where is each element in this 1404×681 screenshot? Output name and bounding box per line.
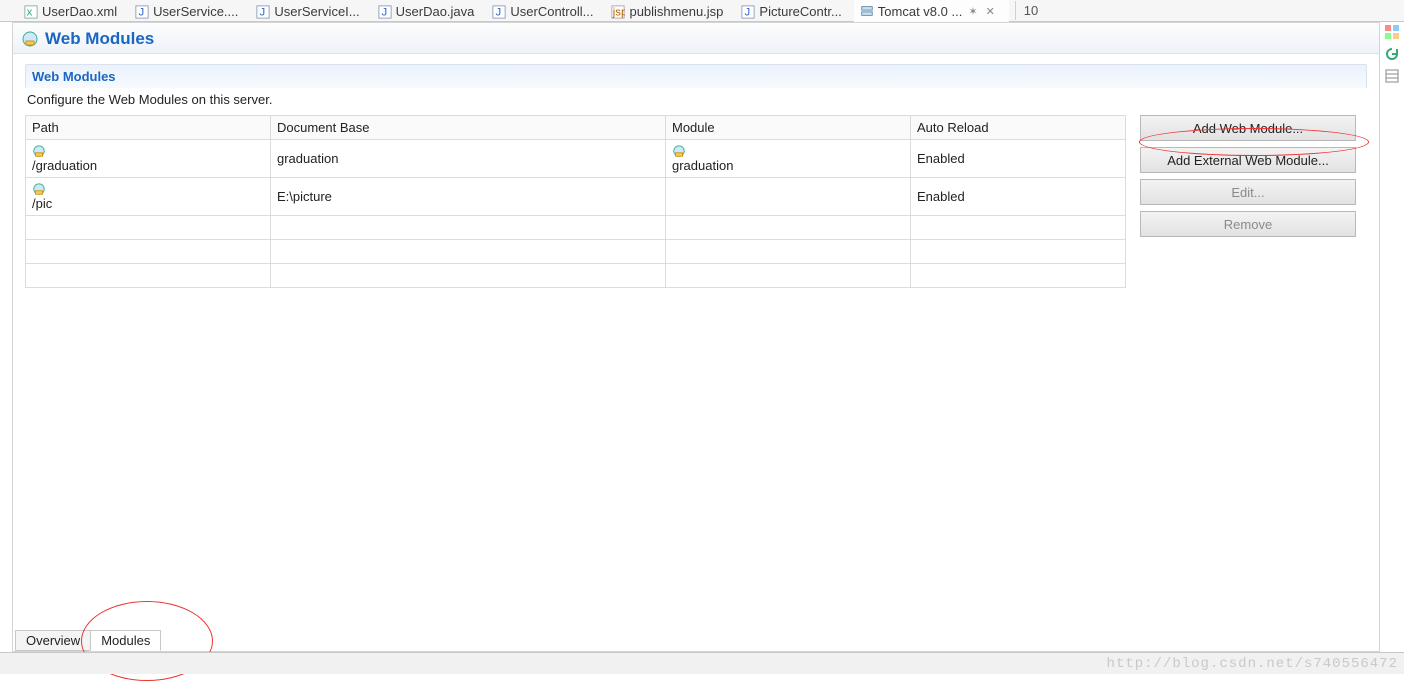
- cell-autoreload: Enabled: [911, 140, 1126, 178]
- watermark-text: http://blog.csdn.net/s740556472: [1107, 656, 1398, 672]
- tab-label: PictureContr...: [759, 4, 841, 19]
- cell-docbase: E:\picture: [271, 178, 666, 216]
- tab-label: UserDao.xml: [42, 4, 117, 19]
- cell-module: [666, 264, 911, 288]
- status-strip: http://blog.csdn.net/s740556472: [0, 652, 1404, 674]
- server-icon: [860, 4, 874, 18]
- java-file-icon: J: [741, 5, 755, 19]
- cell-path: [26, 264, 271, 288]
- svg-text:x: x: [27, 6, 33, 18]
- table-row[interactable]: [26, 216, 1126, 240]
- grid-palette-icon[interactable]: [1384, 24, 1400, 40]
- add-external-web-module-button[interactable]: Add External Web Module...: [1140, 147, 1356, 173]
- cell-autoreload: [911, 264, 1126, 288]
- web-modules-table[interactable]: Path Document Base Module Auto Reload /g…: [25, 115, 1126, 288]
- web-module-icon: [21, 30, 39, 48]
- cell-path: /pic: [32, 196, 52, 211]
- cell-path: /graduation: [32, 158, 97, 173]
- editor-tab-userdao-xml[interactable]: x UserDao.xml: [18, 0, 129, 22]
- server-editor-body: Web Modules Web Modules Configure the We…: [12, 22, 1380, 652]
- java-file-icon: J: [492, 5, 506, 19]
- java-file-icon: J: [378, 5, 392, 19]
- table-row[interactable]: [26, 264, 1126, 288]
- section-title: Web Modules: [45, 29, 154, 49]
- editor-tab-usercontroll[interactable]: J UserControll...: [486, 0, 605, 22]
- cell-module: [666, 178, 911, 216]
- editor-tab-userservicei[interactable]: J UserServiceI...: [250, 0, 371, 22]
- web-module-icon: [672, 144, 904, 158]
- panel-description: Configure the Web Modules on this server…: [25, 88, 1367, 115]
- cell-docbase: [271, 264, 666, 288]
- cell-docbase: graduation: [271, 140, 666, 178]
- tab-label: UserService....: [153, 4, 238, 19]
- svg-text:J: J: [496, 6, 502, 18]
- editor-tab-userservice[interactable]: J UserService....: [129, 0, 250, 22]
- jsp-file-icon: jsp: [611, 5, 625, 19]
- editor-tab-picturecontr[interactable]: J PictureContr...: [735, 0, 853, 22]
- right-toolbar: [1380, 22, 1404, 652]
- tab-label: Tomcat v8.0 ...: [878, 4, 963, 19]
- remove-button[interactable]: Remove: [1140, 211, 1356, 237]
- cell-autoreload: [911, 240, 1126, 264]
- add-web-module-button[interactable]: Add Web Module...: [1140, 115, 1356, 141]
- sub-tab-modules[interactable]: Modules: [90, 630, 161, 651]
- java-file-icon: J: [256, 5, 270, 19]
- table-row[interactable]: /graduation graduation graduation Enable…: [26, 140, 1126, 178]
- cell-docbase: [271, 216, 666, 240]
- editor-tab-tomcat[interactable]: Tomcat v8.0 ... ✶ ✕: [854, 0, 1009, 22]
- svg-text:J: J: [139, 6, 145, 18]
- svg-text:J: J: [381, 6, 387, 18]
- col-path[interactable]: Path: [26, 116, 271, 140]
- close-icon[interactable]: ✕: [984, 5, 997, 18]
- refresh-icon[interactable]: [1384, 46, 1400, 62]
- tab-label: publishmenu.jsp: [629, 4, 723, 19]
- sub-tab-overview[interactable]: Overview: [15, 630, 91, 651]
- section-title-bar: Web Modules: [13, 23, 1379, 54]
- col-autoreload[interactable]: Auto Reload: [911, 116, 1126, 140]
- edit-button[interactable]: Edit...: [1140, 179, 1356, 205]
- editor-sub-tabs: Overview Modules: [15, 629, 160, 651]
- pin-icon[interactable]: ✶: [966, 5, 979, 18]
- cell-autoreload: [911, 216, 1126, 240]
- tab-label: UserServiceI...: [274, 4, 359, 19]
- col-docbase[interactable]: Document Base: [271, 116, 666, 140]
- web-module-icon: [32, 144, 264, 158]
- editor-tab-userdao-java[interactable]: J UserDao.java: [372, 0, 487, 22]
- cell-module: graduation: [672, 158, 733, 173]
- cell-docbase: [271, 240, 666, 264]
- col-module[interactable]: Module: [666, 116, 911, 140]
- cell-path: [26, 240, 271, 264]
- svg-text:J: J: [745, 6, 751, 18]
- java-file-icon: J: [135, 5, 149, 19]
- svg-text:jsp: jsp: [612, 6, 625, 18]
- side-buttons: Add Web Module... Add External Web Modul…: [1140, 115, 1356, 237]
- table-row[interactable]: [26, 240, 1126, 264]
- tab-label: UserControll...: [510, 4, 593, 19]
- cell-autoreload: Enabled: [911, 178, 1126, 216]
- svg-text:J: J: [260, 6, 266, 18]
- table-row[interactable]: /pic E:\picture Enabled: [26, 178, 1126, 216]
- hidden-tabs-count[interactable]: 10: [1015, 1, 1046, 20]
- outline-icon[interactable]: [1384, 68, 1400, 84]
- editor-tab-strip: x UserDao.xml J UserService.... J UserSe…: [0, 0, 1404, 22]
- editor-tab-publishmenu-jsp[interactable]: jsp publishmenu.jsp: [605, 0, 735, 22]
- tab-label: UserDao.java: [396, 4, 475, 19]
- cell-module: [666, 216, 911, 240]
- cell-path: [26, 216, 271, 240]
- cell-module: [666, 240, 911, 264]
- xml-file-icon: x: [24, 5, 38, 19]
- panel-title: Web Modules: [25, 64, 1367, 88]
- web-module-icon: [32, 182, 264, 196]
